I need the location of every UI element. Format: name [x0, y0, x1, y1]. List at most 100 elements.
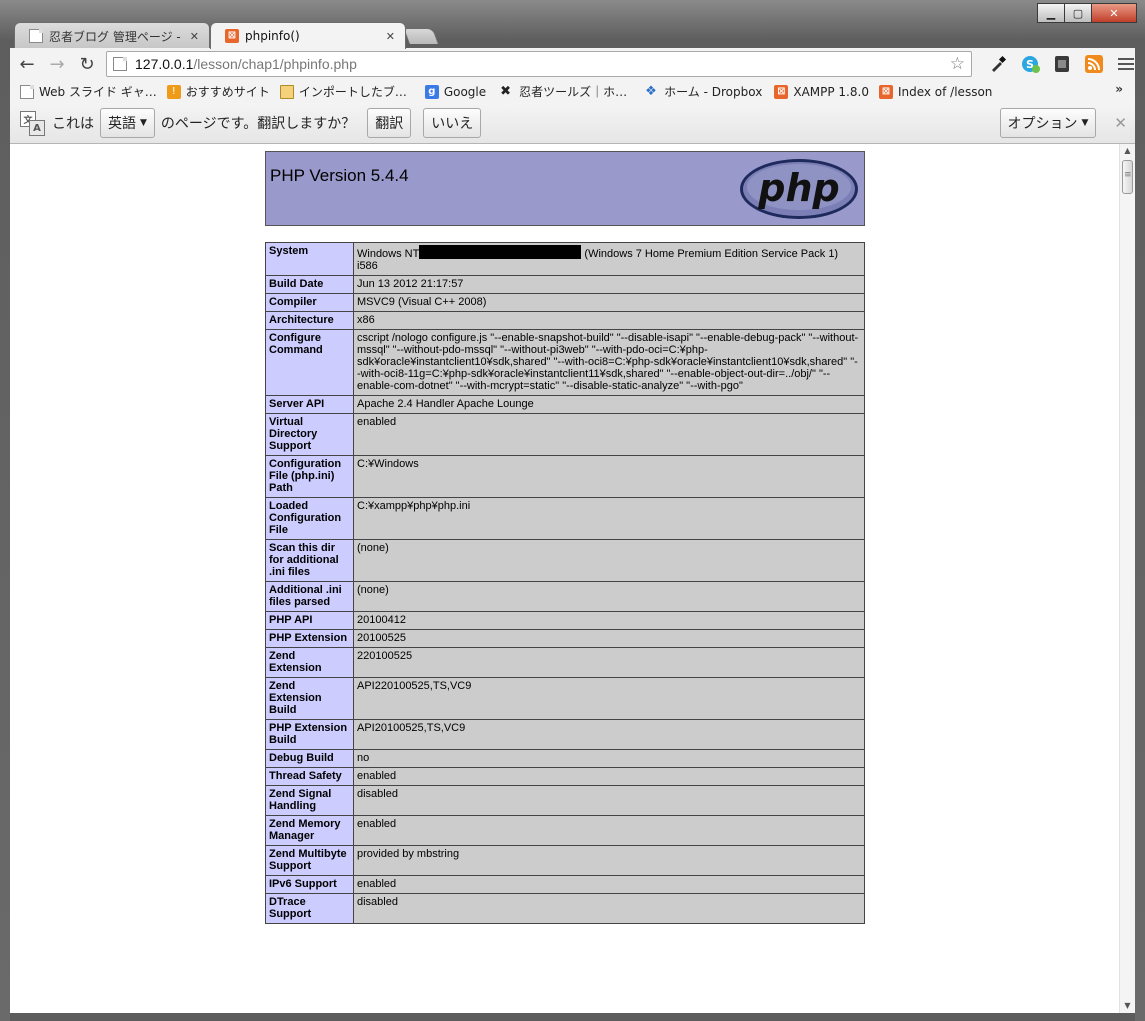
bookmark-google[interactable]: g Google [424, 84, 487, 99]
table-row: Scan this dir for additional .ini files(… [265, 539, 865, 582]
page-icon [113, 57, 127, 71]
row-key: PHP API [265, 611, 354, 630]
row-key: Additional .ini files parsed [265, 581, 354, 612]
bookmark-label: Google [443, 84, 487, 99]
minimize-icon[interactable]: ▁ [1037, 3, 1065, 23]
table-row: Loaded Configuration File C:¥xampp¥php¥ph… [265, 497, 865, 540]
row-key: Zend Multibyte Support [265, 845, 354, 876]
vertical-scrollbar[interactable]: ▲ ▼ [1119, 144, 1135, 1013]
bookmark-label: おすすめサイト [185, 85, 270, 99]
options-button[interactable]: オプション ▼ [999, 108, 1097, 138]
language-select[interactable]: 英語 ▼ [100, 108, 155, 138]
table-row: PHP Extension 20100525 [265, 629, 865, 648]
row-value: MSVC9 (Visual C++ 2008) [353, 293, 865, 312]
back-arrow-icon[interactable]: ← [14, 54, 40, 75]
bookmark-ninja-tools[interactable]: ✖ 忍者ツールズ｜ホ… [500, 83, 627, 100]
page-icon [29, 29, 43, 43]
table-row: Configure Command cscript /nologo configu… [265, 329, 865, 396]
redaction-bar [419, 245, 582, 259]
close-icon[interactable]: ✕ [1091, 3, 1137, 23]
forward-arrow-icon[interactable]: → [44, 54, 70, 75]
maximize-icon[interactable]: ▢ [1064, 3, 1092, 23]
bookmarks-overflow-chevron-icon[interactable]: » [1115, 82, 1123, 96]
url-path: /lesson/chap1/phpinfo.php [193, 56, 357, 72]
infobar-close-icon[interactable]: ✕ [1114, 114, 1127, 132]
reload-icon[interactable]: ↻ [74, 54, 100, 75]
table-row: System Windows NT (Windows 7 Home Premiu… [265, 242, 865, 276]
row-key: Configuration File (php.ini) Path [265, 455, 354, 498]
phpinfo-table: System Windows NT (Windows 7 Home Premiu… [265, 242, 865, 924]
eyedropper-icon[interactable] [987, 53, 1009, 75]
row-value: API20100525,TS,VC9 [353, 719, 865, 750]
table-row: PHP Extension Build API20100525,TS,VC9 [265, 719, 865, 750]
row-key: Zend Extension [265, 647, 354, 678]
tab-ninja-blog[interactable]: 忍者ブログ 管理ページ - 忍 ✕ [14, 22, 210, 49]
no-button[interactable]: いいえ [423, 108, 482, 138]
table-row: Server API Apache 2.4 Handler Apache Loun… [265, 395, 865, 414]
row-key: Compiler [265, 293, 354, 312]
extension-icons: S [982, 53, 1134, 75]
tab-phpinfo[interactable]: ⊠ phpinfo() ✕ [210, 22, 406, 49]
tab-strip: 忍者ブログ 管理ページ - 忍 ✕ ⊠ phpinfo() ✕ [14, 22, 1114, 49]
language-select-value: 英語 [108, 116, 136, 132]
row-value: 20100525 [353, 629, 865, 648]
row-key: Loaded Configuration File [265, 497, 354, 540]
row-value: enabled [353, 815, 865, 846]
row-key: Zend Extension Build [265, 677, 354, 720]
table-row: Virtual Directory Support enabled [265, 413, 865, 456]
xampp-icon: ⊠ [774, 84, 789, 99]
scroll-down-arrow-icon[interactable]: ▼ [1120, 999, 1135, 1013]
row-key: IPv6 Support [265, 875, 354, 894]
row-key: Configure Command [265, 329, 354, 396]
tab-close-icon[interactable]: ✕ [386, 30, 395, 43]
ninja-icon: ✖ [500, 83, 512, 99]
translate-infobar: 文A これは 英語 ▼ のページです。翻訳しますか？ 翻訳 いいえ オプション … [10, 103, 1135, 144]
bookmark-web-slice[interactable]: Web スライド ギャ… [20, 83, 157, 100]
bookmark-osusume[interactable]: ! おすすめサイト [166, 83, 270, 100]
rss-icon[interactable] [1083, 53, 1105, 75]
php-logo: php [738, 157, 860, 226]
dropdown-caret-icon: ▼ [140, 118, 147, 128]
bookmark-index-lesson[interactable]: ⊠ Index of /lesson [878, 84, 992, 99]
row-key: Thread Safety [265, 767, 354, 786]
page-viewport[interactable]: PHP Version 5.4.4 php System Windows NT … [10, 144, 1135, 1013]
bookmark-label: Web スライド ギャ… [39, 85, 157, 99]
evernote-icon[interactable] [1051, 53, 1073, 75]
row-value: disabled [353, 785, 865, 816]
row-key: Zend Memory Manager [265, 815, 354, 846]
row-key: DTrace Support [265, 893, 354, 924]
skype-icon[interactable]: S [1019, 53, 1041, 75]
row-key: Server API [265, 395, 354, 414]
options-button-label: オプション [1007, 116, 1078, 132]
url-text[interactable]: 127.0.0.1/lesson/chap1/phpinfo.php [135, 56, 357, 72]
dropdown-caret-icon: ▼ [1081, 118, 1089, 128]
bookmark-xampp[interactable]: ⊠ XAMPP 1.8.0 [774, 84, 869, 99]
menu-icon[interactable] [1118, 55, 1134, 73]
dropbox-icon: ❖ [645, 83, 657, 99]
bookmarks-bar: Web スライド ギャ… ! おすすめサイト インポートしたブ… g Googl… [10, 80, 1135, 103]
row-value: (none) [353, 581, 865, 612]
row-value: Jun 13 2012 21:17:57 [353, 275, 865, 294]
translate-icon: 文A [20, 111, 45, 136]
tab-close-icon[interactable]: ✕ [190, 30, 199, 43]
row-value: x86 [353, 311, 865, 330]
table-row: Zend Signal Handling disabled [265, 785, 865, 816]
bookmark-imported-folder[interactable]: インポートしたブ… [279, 83, 407, 100]
row-value: enabled [353, 413, 865, 456]
scroll-up-arrow-icon[interactable]: ▲ [1120, 144, 1135, 158]
table-row: Architecture x86 [265, 311, 865, 330]
table-row: Zend Memory Manager enabled [265, 815, 865, 846]
row-key: Build Date [265, 275, 354, 294]
page-icon [20, 84, 34, 99]
new-tab-button[interactable] [403, 28, 439, 44]
bookmark-star-icon[interactable]: ☆ [950, 54, 965, 74]
address-bar[interactable]: 127.0.0.1/lesson/chap1/phpinfo.php ☆ [106, 51, 972, 77]
table-row: Zend Multibyte Support provided by mbstri… [265, 845, 865, 876]
bookmark-dropbox[interactable]: ❖ ホーム - Dropbox [645, 83, 762, 100]
row-key: Virtual Directory Support [265, 413, 354, 456]
page-title: PHP Version 5.4.4 [270, 166, 409, 185]
translate-button[interactable]: 翻訳 [367, 108, 412, 138]
table-row: IPv6 Support enabled [265, 875, 865, 894]
bookmark-label: XAMPP 1.8.0 [793, 84, 869, 99]
scroll-thumb[interactable] [1122, 160, 1133, 194]
